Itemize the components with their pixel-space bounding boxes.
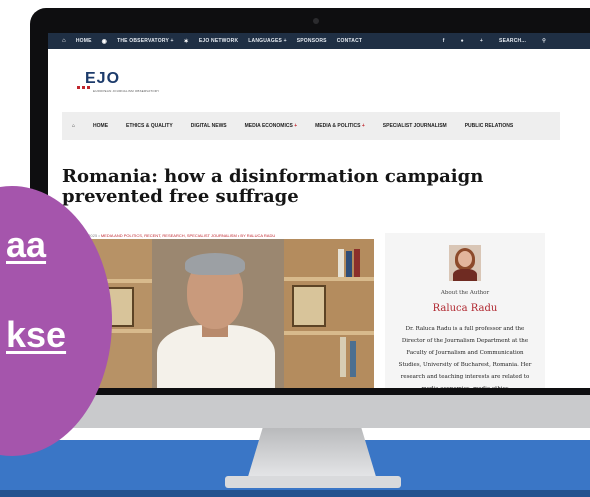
site-logo[interactable]: EJO EUROPEAN JOURNALISM OBSERVATORY [77,70,160,93]
avatar-face [458,251,472,267]
nav-item-pr[interactable]: PUBLIC RELATIONS [465,123,514,129]
article-meta: JANUARY 21, 2025 • MEDIA AND POLITICS, R… [62,233,275,238]
author-avatar[interactable] [449,245,481,281]
nav-item-label: MEDIA & POLITICS [315,123,361,129]
logo-subtitle: EUROPEAN JOURNALISM OBSERVATORY [93,89,160,93]
shelf [284,331,374,335]
slide-scene: t t ⌂ HOME ◉ THE OBSERVATORY + ✶ EJO NET… [0,0,590,497]
book [354,249,360,277]
search-label[interactable]: SEARCH... [499,38,526,44]
nav-item-specialist[interactable]: SPECIALIST JOURNALISM [383,123,447,129]
nav-item-label: MEDIA ECONOMICS [244,123,293,129]
monitor-stand-base [225,476,401,488]
facebook-icon[interactable]: f [443,38,445,44]
author-name[interactable]: Raluca Radu [385,303,545,314]
plus-icon: + [294,123,298,129]
webcam-dot [313,18,319,24]
book [350,341,356,377]
nav-item-digital-news[interactable]: DIGITAL NEWS [191,123,227,129]
book [338,249,344,277]
badge-text-line-2[interactable]: kse [6,314,66,356]
about-author-label: About the Author [440,290,490,296]
logo-dots [77,86,90,89]
logo-wordmark: EJO [85,70,121,87]
framed-certificate [292,285,326,327]
topbar-item-network[interactable]: EJO NETWORK [199,38,238,44]
site-topbar: ⌂ HOME ◉ THE OBSERVATORY + ✶ EJO NETWORK… [48,33,590,49]
search-icon[interactable]: ⚲ [542,38,546,44]
network-icon: ✶ [183,38,189,45]
nav-item-media-politics[interactable]: MEDIA & POLITICS + [315,123,365,129]
home-icon[interactable]: ⌂ [62,38,66,44]
nav-item-home[interactable]: HOME [93,123,108,129]
bookshelf-right [284,239,374,388]
globe-icon: ◉ [101,38,108,45]
monitor-stand [247,428,377,480]
plus-icon[interactable]: + [480,38,483,44]
article-headline[interactable]: Romania: how a disinformation campaign p… [62,167,532,207]
monitor-screen: ⌂ HOME ◉ THE OBSERVATORY + ✶ EJO NETWORK… [48,33,590,388]
main-nav: ⌂ HOME ETHICS & QUALITY DIGITAL NEWS MED… [62,112,560,140]
topbar-right: f ● + SEARCH... ⚲ [443,33,546,49]
author-sidebar: About the Author Raluca Radu Dr. Raluca … [385,233,545,388]
book [346,251,352,277]
shelf [284,277,374,281]
topbar-item-observatory[interactable]: THE OBSERVATORY + [117,38,174,44]
book [340,337,346,377]
article-tags[interactable]: MEDIA AND POLITICS, RECENT, RESEARCH, SP… [101,233,275,238]
nav-item-ethics[interactable]: ETHICS & QUALITY [126,123,173,129]
nav-item-media-economics[interactable]: MEDIA ECONOMICS + [245,123,297,129]
author-bio: Dr. Raluca Radu is a full professor and … [398,326,532,388]
plus-icon: + [361,123,365,129]
twitter-icon[interactable]: ● [461,38,464,44]
monitor-chin [30,395,590,428]
home-icon[interactable]: ⌂ [72,123,75,129]
topbar-item-languages[interactable]: LANGUAGES + [248,38,286,44]
topbar-item-contact[interactable]: CONTACT [337,38,362,44]
topbar-item-home[interactable]: HOME [76,38,92,44]
speaker-hair [185,253,245,275]
avatar-body [453,269,477,281]
topbar-item-sponsors[interactable]: SPONSORS [297,38,327,44]
badge-text-line-1[interactable]: aa [6,224,46,266]
bottom-dark-band [0,490,590,497]
